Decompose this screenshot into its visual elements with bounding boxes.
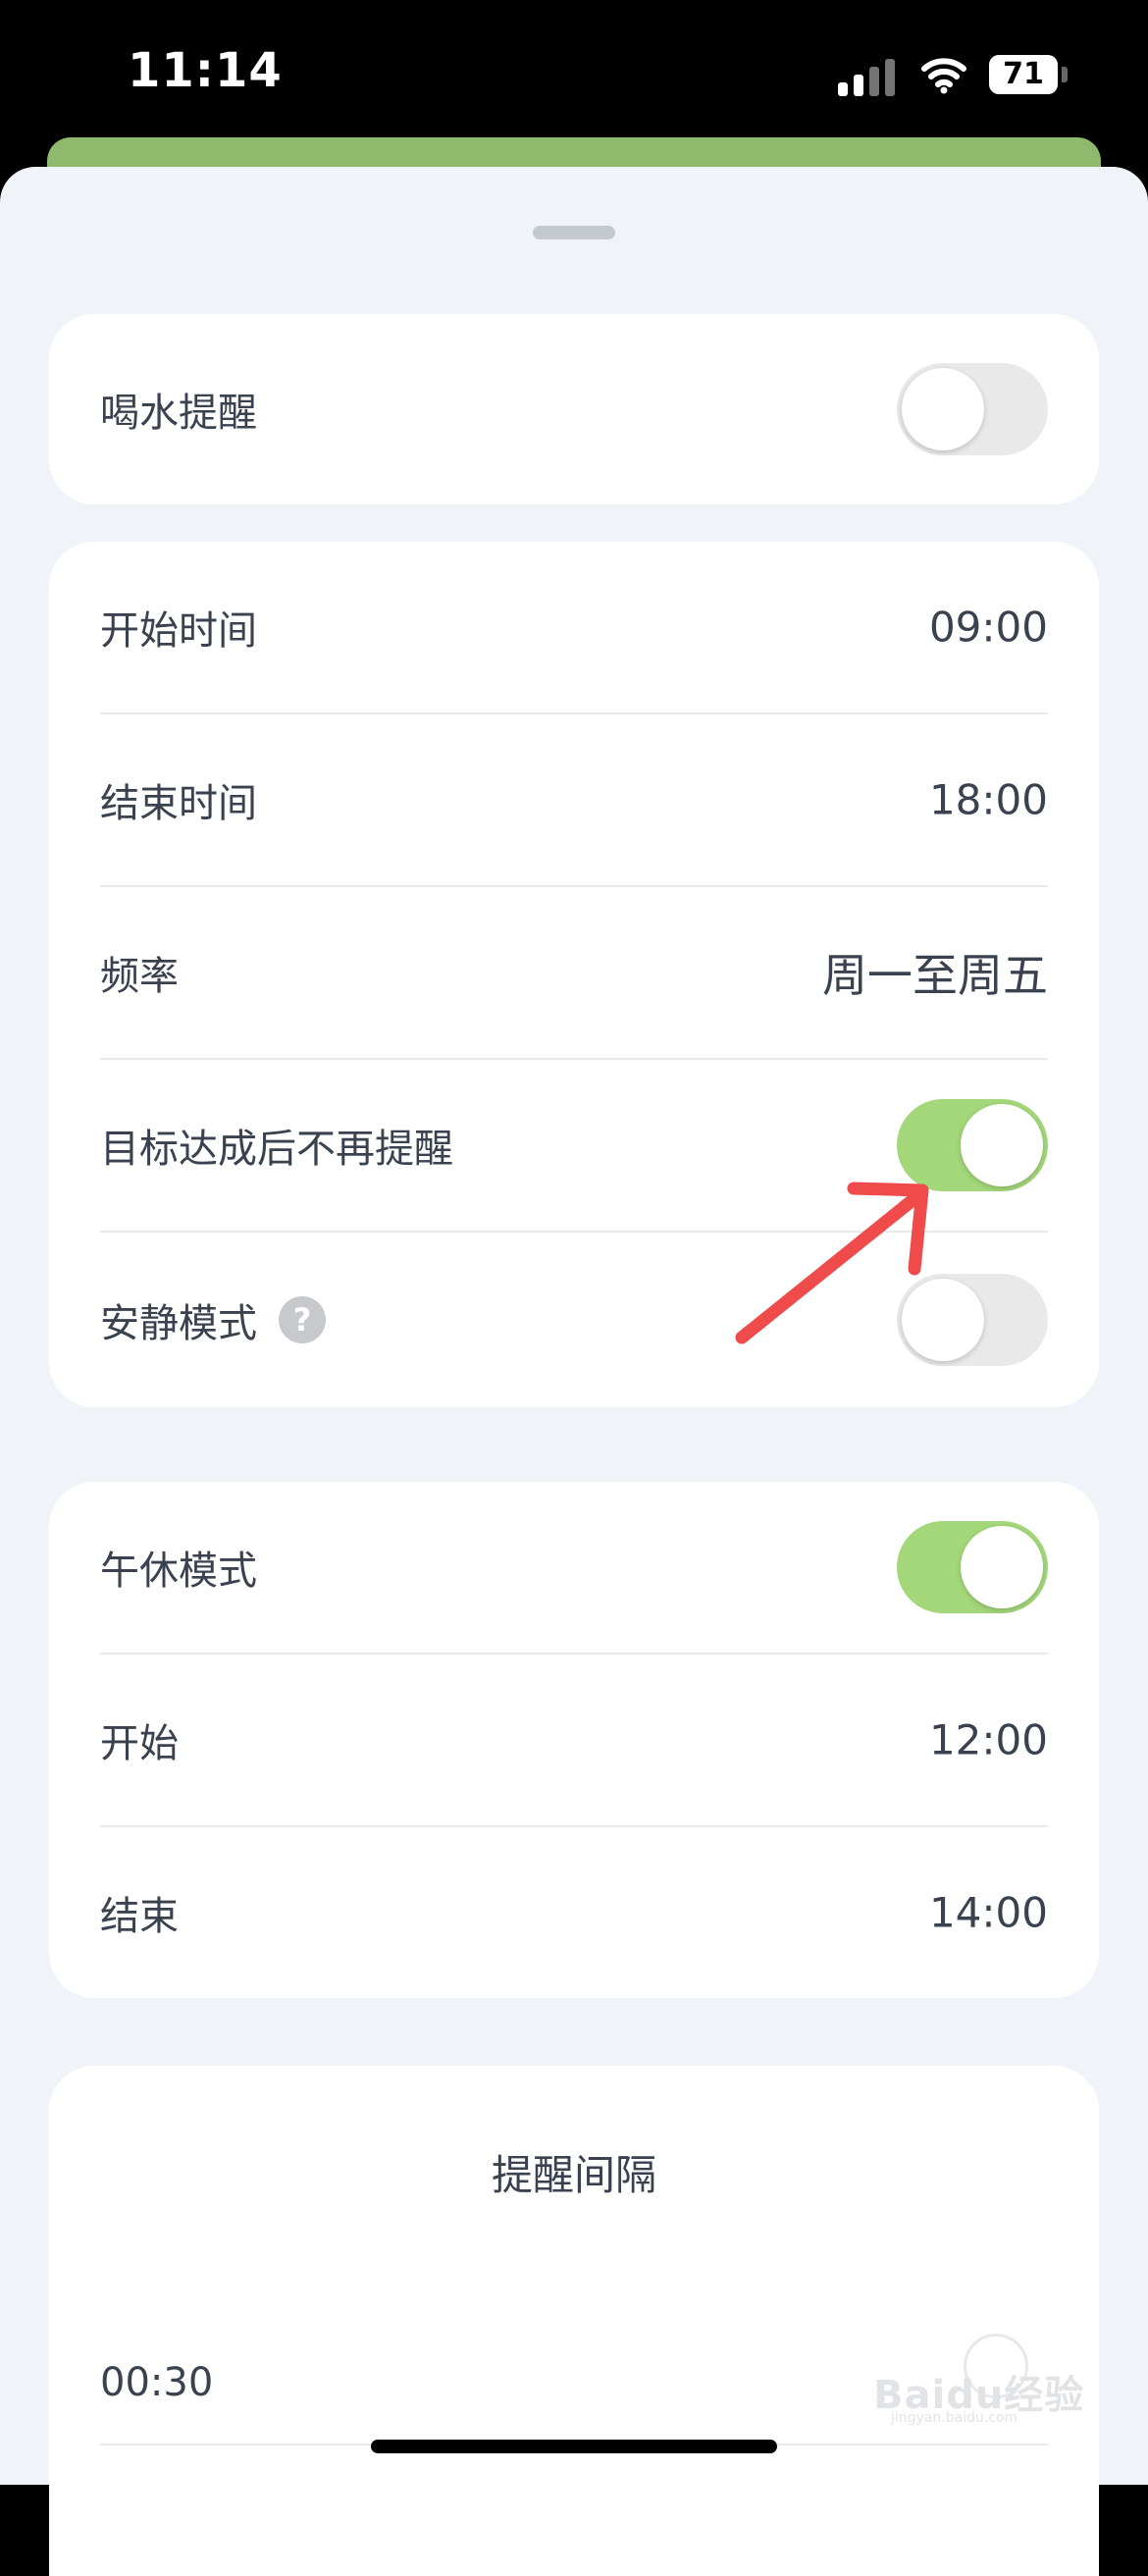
- interval-title: 提醒间隔: [491, 2151, 656, 2199]
- drink-reminder-card: 喝水提醒: [49, 314, 1099, 504]
- battery-level: 71: [1003, 57, 1044, 91]
- interval-card: 提醒间隔 00:30: [49, 2066, 1099, 2576]
- nap-end-row[interactable]: 结束 14:00: [100, 1827, 1048, 1998]
- interval-option[interactable]: 00:30: [100, 2360, 213, 2405]
- nap-start-label: 开始: [100, 1721, 179, 1766]
- home-indicator[interactable]: [371, 2440, 777, 2453]
- battery-icon: 71: [989, 55, 1058, 94]
- nap-card: 午休模式 开始 12:00 结束 14:00: [49, 1482, 1099, 1998]
- settings-sheet: 喝水提醒 开始时间 09:00 结束时间 18:00 频率 周一至周五 目标达成…: [0, 167, 1148, 2576]
- battery-tip: [1062, 67, 1068, 82]
- watermark-logo: Baidu经验 jingyan.baidu.com: [873, 2334, 1089, 2426]
- drink-reminder-toggle[interactable]: [897, 363, 1048, 455]
- drink-reminder-label: 喝水提醒: [100, 391, 257, 436]
- nap-start-row[interactable]: 开始 12:00: [100, 1655, 1048, 1827]
- annotation-arrow-icon: [735, 1182, 929, 1344]
- toggle-knob: [902, 368, 984, 450]
- wifi-icon: [921, 58, 966, 94]
- drink-reminder-row: 喝水提醒: [100, 314, 1048, 504]
- start-time-row[interactable]: 开始时间 09:00: [100, 542, 1048, 714]
- end-time-value[interactable]: 18:00: [929, 776, 1048, 824]
- nap-end-value[interactable]: 14:00: [929, 1889, 1048, 1937]
- watermark-subtext: jingyan.baidu.com: [891, 2410, 1018, 2426]
- frequency-row[interactable]: 频率 周一至周五: [100, 887, 1048, 1060]
- nap-start-value[interactable]: 12:00: [929, 1716, 1048, 1764]
- frequency-value[interactable]: 周一至周五: [822, 940, 1048, 1005]
- signal-icon: [838, 57, 897, 96]
- nap-mode-toggle[interactable]: [897, 1521, 1048, 1613]
- status-time: 11:14: [128, 43, 283, 98]
- status-bar: 11:14 71: [0, 0, 1148, 147]
- nap-mode-row: 午休模式: [100, 1482, 1048, 1655]
- nap-end-label: 结束: [100, 1894, 179, 1939]
- start-time-label: 开始时间: [100, 608, 257, 654]
- toggle-knob: [961, 1104, 1043, 1186]
- nap-mode-label: 午休模式: [100, 1549, 257, 1594]
- end-time-row[interactable]: 结束时间 18:00: [100, 714, 1048, 887]
- sheet-grabber[interactable]: [533, 226, 615, 239]
- toggle-knob: [961, 1526, 1043, 1608]
- stop-after-goal-label: 目标达成后不再提醒: [100, 1127, 453, 1172]
- frequency-label: 频率: [100, 954, 179, 999]
- end-time-label: 结束时间: [100, 781, 257, 826]
- quiet-mode-label: 安静模式: [100, 1301, 257, 1346]
- start-time-value[interactable]: 09:00: [929, 604, 1048, 652]
- help-icon[interactable]: ?: [279, 1296, 326, 1343]
